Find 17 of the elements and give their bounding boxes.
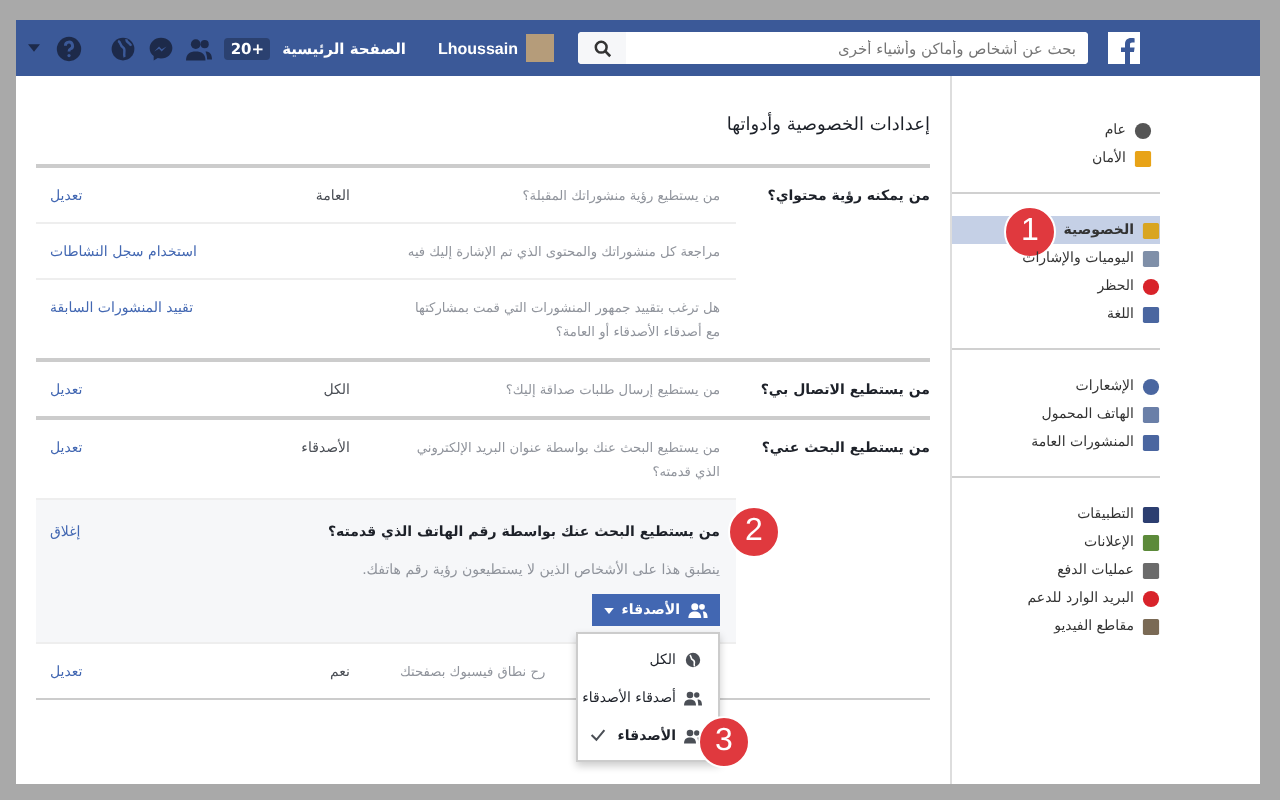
messenger-icon[interactable]	[148, 35, 175, 61]
step-number-tooltip: 2	[728, 506, 780, 558]
people-icon	[688, 602, 708, 618]
step-number-tooltip: 3	[698, 716, 750, 768]
profile-link[interactable]: Lhoussain	[437, 34, 554, 62]
avatar-picture	[526, 34, 554, 62]
facebook-logo-icon[interactable]	[1108, 32, 1140, 64]
page-title: إعدادات الخصوصية وأدواتها	[724, 116, 930, 140]
search-icon	[593, 39, 611, 57]
caret-icon[interactable]	[28, 44, 40, 52]
caret-icon	[603, 607, 614, 613]
check-icon	[590, 728, 606, 742]
friends-icon[interactable]	[186, 35, 213, 61]
help-icon[interactable]	[56, 35, 82, 61]
search-button[interactable]	[578, 32, 626, 64]
people-icon	[684, 689, 702, 705]
user-name: Lhoussain	[437, 39, 518, 57]
